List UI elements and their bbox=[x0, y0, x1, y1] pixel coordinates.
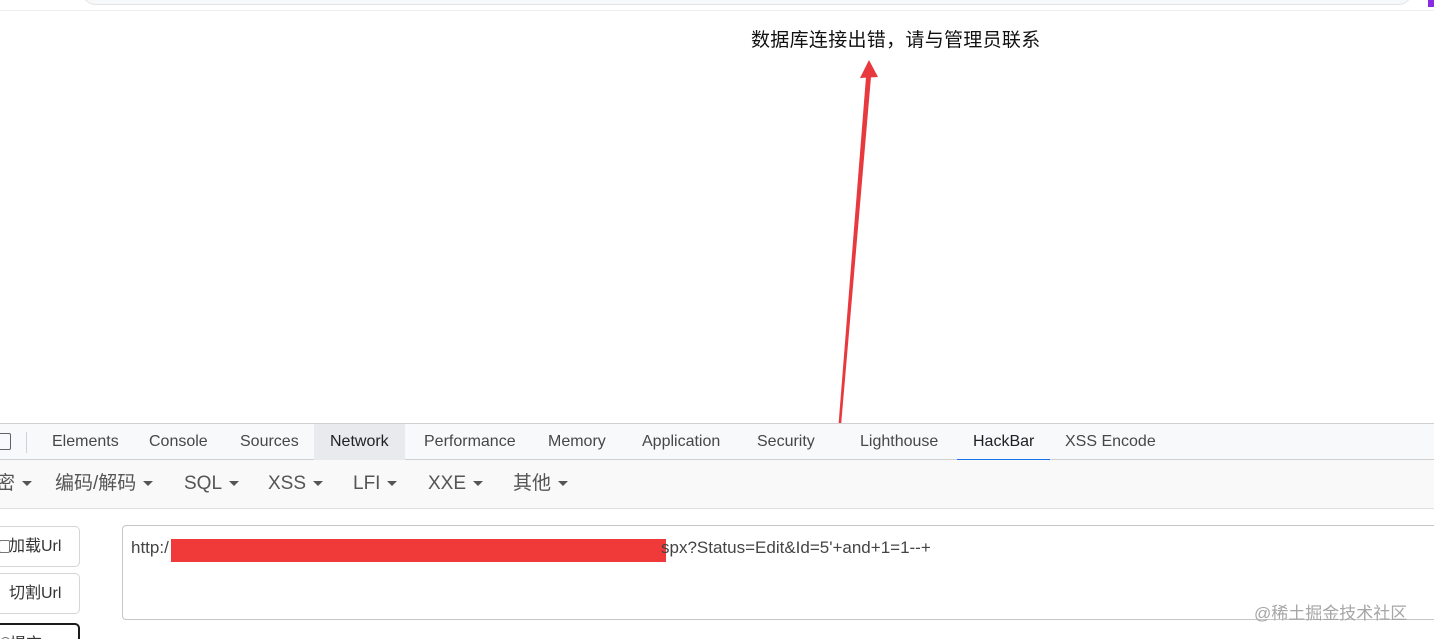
tab-lighthouse[interactable]: Lighthouse bbox=[844, 424, 954, 460]
caret-down-icon bbox=[229, 481, 240, 486]
caret-down-icon bbox=[558, 481, 569, 486]
menu-label: SQL bbox=[184, 473, 223, 494]
menu-xss[interactable]: XSS bbox=[268, 460, 324, 508]
url-textarea[interactable]: http:/ spx?Status=Edit&Id=5'+and+1=1--+ bbox=[122, 525, 1434, 620]
menu-label: XXE bbox=[428, 473, 467, 494]
load-icon bbox=[0, 540, 10, 553]
menu-encode-decode[interactable]: 编码/解码 bbox=[55, 460, 154, 508]
load-url-label: 加载Url bbox=[9, 538, 62, 555]
caret-down-icon bbox=[313, 481, 324, 486]
hackbar-toolbar: 密 编码/解码 SQL XSS LFI XXE 其他 bbox=[0, 460, 1434, 509]
tab-xss-encode[interactable]: XSS Encode bbox=[1049, 424, 1172, 460]
scrollbar-marker bbox=[1428, 0, 1434, 7]
menu-lfi[interactable]: LFI bbox=[353, 460, 398, 508]
tab-hackbar[interactable]: HackBar bbox=[957, 424, 1051, 461]
toolbar-divider bbox=[0, 10, 1434, 11]
menu-label: XSS bbox=[268, 473, 307, 494]
caret-down-icon bbox=[387, 481, 398, 486]
caret-down-icon bbox=[22, 481, 33, 486]
error-message: 数据库连接出错，请与管理员联系 bbox=[751, 29, 1041, 51]
tab-sources[interactable]: Sources bbox=[224, 424, 315, 460]
watermark: @稀土掘金技术社区 bbox=[1254, 604, 1408, 623]
load-url-button[interactable]: 加载Url bbox=[0, 526, 80, 567]
tab-console[interactable]: Console bbox=[133, 424, 224, 460]
device-toggle-icon[interactable] bbox=[0, 433, 11, 450]
redaction-bar bbox=[171, 539, 666, 562]
browser-window: 数据库连接出错，请与管理员联系 Elements Console Sources… bbox=[0, 0, 1434, 639]
menu-label: LFI bbox=[353, 473, 381, 494]
menu-xxe[interactable]: XXE bbox=[428, 460, 484, 508]
menu-label: 密 bbox=[0, 473, 16, 494]
tab-performance[interactable]: Performance bbox=[408, 424, 532, 460]
caret-down-icon bbox=[473, 481, 484, 486]
menu-sql[interactable]: SQL bbox=[184, 460, 240, 508]
split-url-label: 切割Url bbox=[9, 585, 62, 602]
tab-application[interactable]: Application bbox=[626, 424, 736, 460]
tab-security[interactable]: Security bbox=[741, 424, 831, 460]
tab-network[interactable]: Network bbox=[314, 424, 405, 460]
menu-label: 编码/解码 bbox=[55, 473, 137, 494]
annotation-arrow-head bbox=[860, 60, 878, 78]
tab-memory[interactable]: Memory bbox=[532, 424, 622, 460]
url-suffix: spx?Status=Edit&Id=5'+and+1=1--+ bbox=[661, 538, 931, 557]
split-url-button[interactable]: 切割Url bbox=[0, 573, 80, 614]
address-bar[interactable] bbox=[82, 0, 1412, 5]
url-prefix: http:/ bbox=[131, 538, 169, 557]
menu-label: 其他 bbox=[513, 473, 552, 494]
caret-down-icon bbox=[143, 481, 154, 486]
devtools-panel: Elements Console Sources Network Perform… bbox=[0, 423, 1434, 639]
tab-elements[interactable]: Elements bbox=[36, 424, 135, 460]
tab-separator bbox=[26, 432, 27, 453]
menu-other[interactable]: 其他 bbox=[513, 460, 569, 508]
menu-encrypt[interactable]: 密 bbox=[0, 460, 33, 508]
submit-button[interactable]: 提交 bbox=[0, 623, 80, 639]
devtools-tab-bar: Elements Console Sources Network Perform… bbox=[0, 423, 1434, 461]
